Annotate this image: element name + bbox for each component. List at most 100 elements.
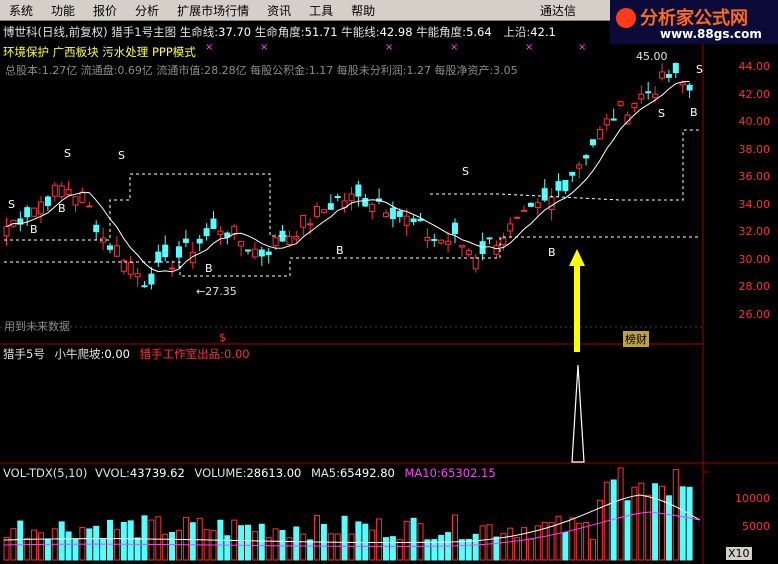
candle-body bbox=[652, 93, 659, 99]
candle-body bbox=[583, 155, 590, 159]
signal-marker: S bbox=[118, 149, 125, 162]
candle-body bbox=[590, 139, 596, 146]
candle-body bbox=[383, 212, 389, 218]
candle-body bbox=[293, 236, 300, 240]
candle-body bbox=[486, 237, 493, 240]
candle-body bbox=[472, 257, 479, 270]
volume-bar bbox=[148, 519, 155, 561]
indicator-panel-name: 猎手5号 bbox=[3, 347, 45, 361]
calf-value: 0.00 bbox=[104, 347, 130, 361]
candle-body bbox=[203, 228, 210, 237]
candle-body bbox=[672, 63, 679, 74]
candle-body bbox=[521, 209, 527, 212]
candle-body bbox=[24, 207, 31, 218]
volume-bar bbox=[465, 538, 472, 561]
candle-body bbox=[31, 207, 38, 217]
studio-label: 猎手工作室出品: bbox=[139, 347, 224, 361]
price-axis-label: 40.00 bbox=[738, 115, 771, 128]
volume-bar bbox=[134, 537, 141, 561]
price-axis-label: 26.00 bbox=[738, 307, 771, 321]
volume-panel-name: VOL-TDX(5,10) bbox=[3, 466, 88, 480]
volume-bar bbox=[679, 486, 686, 561]
channel-upper bbox=[4, 173, 290, 241]
studio-value: 0.00 bbox=[224, 347, 250, 361]
candle-body bbox=[665, 74, 672, 78]
volume-bar bbox=[569, 517, 576, 561]
volume-bar bbox=[258, 523, 265, 561]
volume-bar bbox=[583, 521, 590, 561]
candle-body bbox=[396, 210, 403, 217]
signal-marker: S bbox=[462, 165, 469, 178]
candle-body bbox=[369, 203, 376, 212]
candle-body bbox=[251, 248, 258, 258]
volume-bar bbox=[645, 494, 652, 561]
price-axis-label: 28.00 bbox=[738, 280, 771, 293]
volume-bar bbox=[334, 533, 341, 561]
volume-bar bbox=[3, 536, 10, 561]
candle-body bbox=[327, 203, 334, 210]
candle-body bbox=[507, 223, 514, 232]
signal-arrow bbox=[569, 249, 585, 352]
signal-marker: S bbox=[696, 63, 703, 76]
volume-panel-header: VOL-TDX(5,10) VVOL:43739.62 VOLUME:28613… bbox=[3, 466, 496, 480]
candle-body bbox=[410, 218, 417, 223]
signal-cross: × bbox=[578, 42, 586, 53]
volume-bar bbox=[417, 523, 424, 561]
volume-bar bbox=[65, 531, 72, 561]
volume-bar bbox=[403, 520, 410, 561]
volume-label: VOLUME: bbox=[194, 466, 247, 480]
candle-body bbox=[603, 118, 610, 126]
candle-body bbox=[265, 251, 272, 255]
vvol-label: VVOL: bbox=[95, 466, 130, 480]
candle-body bbox=[307, 223, 314, 226]
candle-body bbox=[134, 273, 141, 278]
candle-body bbox=[44, 196, 51, 206]
volume-bar bbox=[314, 515, 320, 561]
candle-body bbox=[424, 237, 431, 241]
volume-bar bbox=[107, 519, 113, 561]
signal-cross: × bbox=[260, 42, 268, 53]
volume-bar bbox=[141, 515, 148, 561]
volume-bar bbox=[327, 533, 334, 561]
candle-body bbox=[107, 245, 113, 250]
signal-marker: B bbox=[30, 223, 38, 236]
price-axis-label: 30.00 bbox=[738, 252, 771, 266]
candle-body bbox=[445, 240, 452, 245]
candle-body bbox=[113, 245, 120, 257]
volume-bar bbox=[555, 515, 562, 561]
volume-bar bbox=[196, 517, 203, 561]
ma5-value: 65492.80 bbox=[339, 466, 395, 480]
volume-bar bbox=[17, 520, 24, 561]
volume-bar bbox=[527, 538, 534, 561]
price-axis-label: 38.00 bbox=[738, 142, 771, 156]
candle-body bbox=[79, 191, 86, 203]
volume-bar bbox=[293, 526, 300, 561]
volume-bar bbox=[562, 531, 569, 561]
volume-bar bbox=[672, 469, 679, 561]
signal-marker: S bbox=[64, 147, 71, 160]
candle-body bbox=[679, 82, 686, 86]
candle-body bbox=[555, 181, 562, 191]
candle-body bbox=[127, 262, 134, 275]
candle-body bbox=[141, 285, 148, 288]
calf-label: 小牛爬坡: bbox=[54, 347, 105, 361]
volume-bar bbox=[44, 539, 51, 561]
candle-body bbox=[389, 207, 396, 220]
volume-bar bbox=[686, 486, 693, 561]
signal-marker: B bbox=[690, 106, 698, 119]
volume-bar bbox=[58, 521, 65, 561]
volume-bar bbox=[355, 521, 362, 561]
volume-bar bbox=[307, 539, 314, 561]
candle-body bbox=[576, 164, 583, 169]
volume-bar bbox=[369, 529, 376, 561]
price-axis-label: 36.00 bbox=[738, 170, 771, 183]
candle-body bbox=[162, 244, 169, 258]
volume-bar bbox=[410, 517, 417, 561]
candle-body bbox=[196, 238, 203, 244]
volume-bar bbox=[659, 485, 665, 561]
candle-body bbox=[645, 91, 652, 94]
price-axis-label: 32.00 bbox=[738, 225, 771, 238]
candle-body bbox=[534, 202, 541, 209]
volume-bar bbox=[162, 533, 169, 561]
financial-badge[interactable]: 榜财 bbox=[623, 331, 649, 347]
